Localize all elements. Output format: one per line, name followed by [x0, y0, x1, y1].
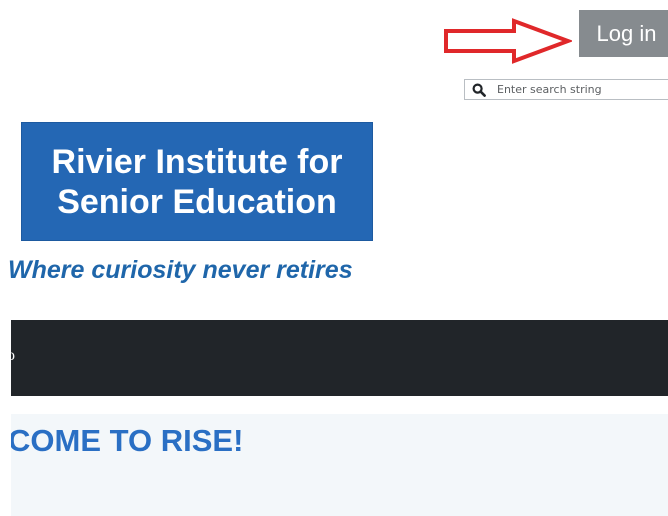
search-input[interactable]: [497, 81, 667, 98]
site-logo[interactable]: Rivier Institute for Senior Education: [21, 122, 373, 241]
welcome-panel: COME TO RISE!: [11, 414, 668, 516]
logo-text-line-2: Senior Education: [57, 182, 337, 221]
login-button[interactable]: Log in: [579, 10, 668, 57]
right-arrow-icon: [444, 18, 572, 64]
welcome-heading: COME TO RISE!: [11, 423, 244, 458]
search-icon[interactable]: [472, 83, 486, 97]
nav-item-partial[interactable]: o: [11, 346, 15, 366]
logo-text-line-1: Rivier Institute for: [51, 142, 343, 181]
search-bar[interactable]: [464, 79, 668, 100]
site-tagline: Where curiosity never retires: [8, 256, 353, 284]
main-navbar: o: [11, 320, 668, 396]
page: Log in Rivier Institute for Senior Educa…: [0, 0, 668, 516]
